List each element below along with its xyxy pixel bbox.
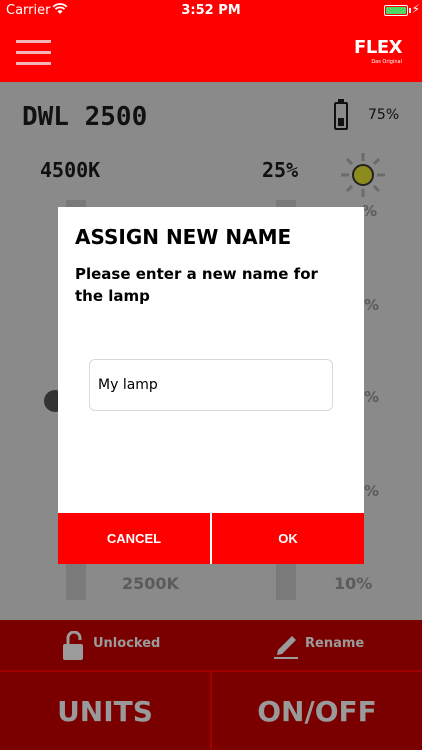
color-temperature-value: 4500K	[40, 158, 101, 182]
brightness-scale-label: %	[364, 388, 380, 406]
brightness-sun-icon	[341, 153, 385, 197]
brightness-min-label: 10%	[334, 574, 373, 593]
lock-status-label[interactable]: Unlocked	[93, 636, 160, 651]
color-temperature-min-label: 2500K	[122, 574, 179, 593]
brightness-scale-label: %	[362, 202, 378, 220]
clock: 3:52 PM	[181, 3, 241, 18]
dialog-message: Please enter a new name for the lamp	[75, 265, 318, 305]
on-off-button[interactable]: ON/OFF	[212, 672, 422, 750]
status-bar: Carrier 3:52 PM ⚡	[0, 0, 422, 22]
pencil-icon[interactable]	[272, 630, 300, 660]
rename-label[interactable]: Rename	[305, 636, 364, 651]
app-header: FLEX Das Original	[0, 22, 422, 82]
logo-tagline: Das Original	[371, 59, 402, 65]
ok-button[interactable]: OK	[212, 513, 364, 564]
lamp-name: DWL 2500	[22, 102, 148, 132]
unlocked-padlock-icon[interactable]	[62, 631, 84, 661]
bottom-button-bar: UNITS ON/OFF	[0, 672, 422, 750]
hamburger-menu-icon[interactable]	[16, 40, 51, 65]
brightness-value: 25%	[262, 158, 299, 182]
lamp-battery-icon	[334, 99, 348, 130]
charging-bolt-icon: ⚡	[411, 2, 420, 16]
flex-logo: FLEX Das Original	[354, 37, 402, 65]
brightness-scale-label: %	[364, 296, 380, 314]
dialog-title: ASSIGN NEW NAME	[75, 225, 292, 249]
rename-dialog: ASSIGN NEW NAME Please enter a new name …	[58, 207, 364, 564]
units-button[interactable]: UNITS	[0, 672, 210, 750]
logo-brand: FLEX	[354, 37, 402, 58]
lock-rename-bar: Unlocked Rename	[0, 620, 422, 670]
lamp-battery-percent: 75%	[368, 107, 400, 123]
lamp-name-input[interactable]	[89, 359, 333, 411]
cancel-button[interactable]: CANCEL	[58, 513, 210, 564]
battery-icon	[384, 5, 408, 16]
brightness-scale-label: %	[364, 482, 380, 500]
